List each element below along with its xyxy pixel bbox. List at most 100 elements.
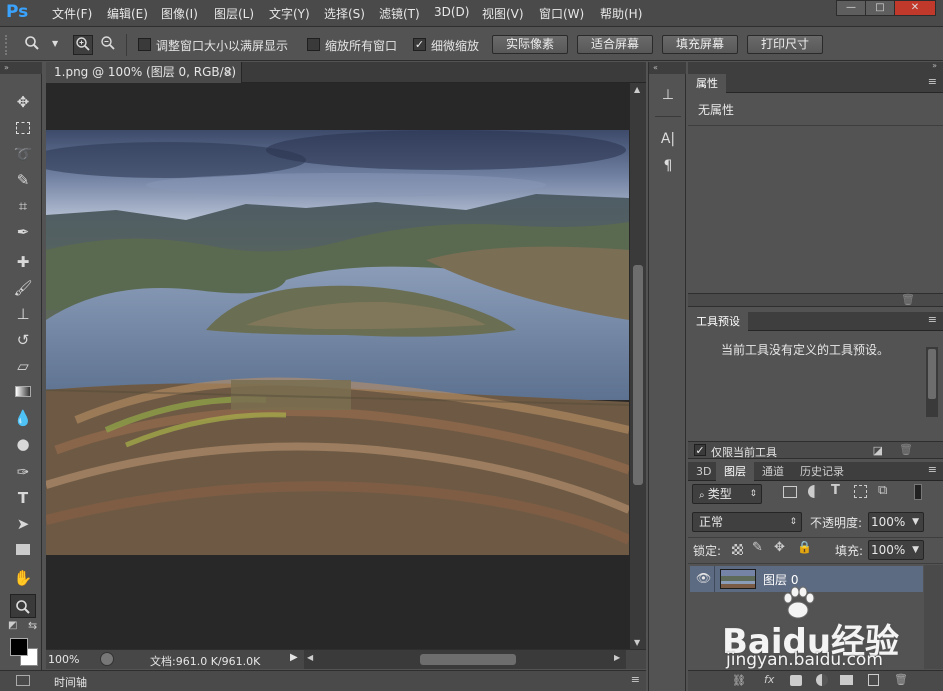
tab-3d[interactable]: 3D (688, 462, 719, 481)
eyedropper-tool-icon[interactable]: ✒ (10, 220, 36, 244)
close-window-button[interactable]: ✕ (894, 0, 936, 16)
eye-visibility-icon[interactable]: 👁 (696, 571, 711, 585)
filter-adjustment-icon[interactable] (808, 485, 821, 498)
hand-tool-icon[interactable]: ✋ (10, 566, 36, 590)
default-colors-icon[interactable]: ◩ (8, 620, 17, 631)
brush-tool-icon[interactable]: 🖌 (10, 276, 36, 300)
dock-collapse-icon[interactable]: « (649, 62, 686, 74)
filter-pixel-icon[interactable] (783, 486, 797, 498)
layer-filter-dropdown[interactable]: ⌕ 类型 ⇕ (692, 484, 762, 504)
menu-edit[interactable]: 编辑(E) (107, 5, 148, 22)
scrubby-zoom-checkbox[interactable]: ✓ (413, 38, 426, 51)
menu-image[interactable]: 图像(I) (161, 5, 198, 22)
dock-collapse-icon[interactable]: » (932, 61, 937, 70)
timeline-icon[interactable] (16, 675, 30, 686)
zoom-tool-preset-icon[interactable] (22, 35, 42, 55)
current-tool-only-checkbox[interactable]: ✓ (694, 444, 706, 456)
menu-file[interactable]: 文件(F) (52, 5, 92, 22)
tab-properties[interactable]: 属性 (688, 74, 726, 93)
crop-tool-icon[interactable]: ⌗ (10, 194, 36, 218)
document-image[interactable] (46, 130, 629, 555)
tab-tool-presets[interactable]: 工具预设 (688, 312, 748, 331)
quick-select-tool-icon[interactable]: ✎ (10, 168, 36, 192)
resize-windows-checkbox[interactable] (138, 38, 151, 51)
tool-presets-icon[interactable]: ⊥ (657, 84, 679, 106)
type-tool-icon[interactable]: T (10, 486, 36, 510)
panel-menu-icon[interactable]: ≡ (928, 75, 937, 88)
presets-scrollbar[interactable] (926, 347, 938, 417)
foreground-color-swatch[interactable] (10, 638, 28, 656)
tab-layers[interactable]: 图层 (716, 462, 754, 481)
path-selection-tool-icon[interactable]: ➤ (10, 512, 36, 536)
blend-mode-dropdown[interactable]: 正常 ⇕ (692, 512, 802, 532)
filter-toggle-switch[interactable] (914, 484, 922, 500)
horizontal-scrollbar[interactable]: ◀ ▶ (304, 650, 626, 669)
status-menu-arrow-icon[interactable]: ▶ (290, 652, 298, 663)
scroll-right-arrow-icon[interactable]: ▶ (614, 653, 620, 662)
filter-type-icon[interactable]: T (831, 483, 840, 498)
tab-history[interactable]: 历史记录 (792, 462, 852, 481)
menu-filter[interactable]: 滤镜(T) (379, 5, 420, 22)
scroll-up-arrow-icon[interactable]: ▲ (634, 85, 640, 94)
move-tool-icon[interactable]: ✥ (10, 90, 36, 114)
new-group-icon[interactable] (840, 675, 853, 685)
lock-position-icon[interactable]: ✥ (774, 540, 785, 555)
horizontal-scroll-thumb[interactable] (420, 654, 516, 665)
tab-channels[interactable]: 通道 (754, 462, 792, 481)
minimize-button[interactable]: — (836, 0, 866, 16)
filter-shape-icon[interactable] (854, 485, 867, 498)
scroll-down-arrow-icon[interactable]: ▼ (634, 638, 640, 647)
close-tab-icon[interactable]: × (223, 62, 233, 83)
document-tab[interactable]: 1.png @ 100% (图层 0, RGB/8) × (46, 62, 242, 83)
menu-help[interactable]: 帮助(H) (600, 5, 642, 22)
pen-tool-icon[interactable]: ✑ (10, 460, 36, 484)
history-brush-tool-icon[interactable]: ↺ (10, 328, 36, 352)
zoom-in-icon[interactable] (73, 35, 93, 55)
lock-pixels-icon[interactable]: ✎ (752, 540, 763, 555)
healing-brush-tool-icon[interactable]: ✚ (10, 250, 36, 274)
lasso-tool-icon[interactable]: ➰ (10, 142, 36, 166)
swap-colors-icon[interactable]: ⇆ (28, 619, 37, 632)
actual-pixels-button[interactable]: 实际像素 (492, 35, 568, 54)
vertical-scrollbar[interactable]: ▲ ▼ (630, 83, 646, 649)
menu-type[interactable]: 文字(Y) (269, 5, 310, 22)
dodge-tool-icon[interactable]: ● (10, 432, 36, 456)
filter-smart-object-icon[interactable]: ⧉ (878, 483, 887, 498)
timeline-panel-bar[interactable]: 时间轴 ≡ (46, 670, 646, 691)
panel-menu-icon[interactable]: ≡ (928, 463, 937, 476)
fill-field[interactable]: 100% ▼ (868, 540, 924, 560)
character-panel-icon[interactable]: A| (657, 128, 679, 150)
lock-all-icon[interactable]: 🔒 (797, 540, 812, 554)
fit-screen-button[interactable]: 适合屏幕 (577, 35, 653, 54)
opacity-field[interactable]: 100% ▼ (868, 512, 924, 532)
blur-tool-icon[interactable]: 💧 (10, 406, 36, 430)
menu-layer[interactable]: 图层(L) (214, 5, 254, 22)
trash-icon[interactable]: 🗑 (899, 443, 913, 456)
new-preset-icon[interactable]: ◪ (873, 444, 883, 457)
scroll-left-arrow-icon[interactable]: ◀ (307, 653, 313, 662)
rectangle-tool-icon[interactable] (10, 538, 36, 562)
clone-stamp-tool-icon[interactable]: ⊥ (10, 302, 36, 326)
grip-handle[interactable] (5, 35, 15, 55)
fill-screen-button[interactable]: 填充屏幕 (662, 35, 738, 54)
status-info-icon[interactable] (100, 652, 114, 666)
eraser-tool-icon[interactable]: ▱ (10, 354, 36, 378)
chevron-down-icon[interactable]: ▼ (52, 39, 58, 48)
zoom-out-icon[interactable] (98, 35, 118, 55)
vertical-scroll-thumb[interactable] (633, 265, 643, 485)
menu-window[interactable]: 窗口(W) (539, 5, 584, 22)
gradient-tool-icon[interactable] (10, 380, 36, 404)
trash-icon[interactable]: 🗑 (901, 293, 915, 306)
add-mask-icon[interactable] (790, 675, 802, 686)
zoom-level[interactable]: 100% (48, 653, 79, 666)
toolbar-collapse-icon[interactable]: » (0, 62, 42, 74)
menu-view[interactable]: 视图(V) (482, 5, 524, 22)
panel-menu-icon[interactable]: ≡ (928, 313, 937, 326)
paragraph-panel-icon[interactable]: ¶ (657, 155, 679, 177)
zoom-tool-icon[interactable] (10, 594, 36, 618)
panel-menu-icon[interactable]: ≡ (631, 673, 640, 686)
lock-transparent-icon[interactable] (732, 544, 743, 555)
menu-3d[interactable]: 3D(D) (434, 5, 469, 19)
maximize-button[interactable]: □ (865, 0, 895, 16)
menu-select[interactable]: 选择(S) (324, 5, 365, 22)
